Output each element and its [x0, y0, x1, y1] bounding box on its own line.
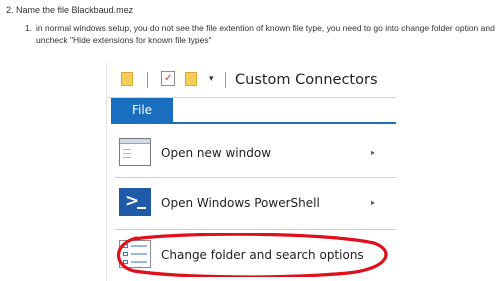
- folder-icon[interactable]: [121, 72, 133, 86]
- menu-item-label: Open new window: [161, 146, 272, 160]
- step-2: 2. Name the file Blackbaud.mez: [6, 4, 133, 16]
- step-2-text: Name the file Blackbaud.mez: [16, 5, 134, 15]
- powershell-icon: >: [119, 188, 151, 216]
- substep-1-text: in normal windows setup, you do not see …: [36, 23, 495, 45]
- submenu-arrow-icon: ▸: [371, 198, 376, 207]
- submenu-arrow-icon: ▸: [371, 148, 376, 157]
- file-tab-underline: [111, 122, 396, 124]
- toolbar-separator: [225, 72, 226, 88]
- substep-1-number: 1.: [25, 23, 33, 33]
- toolbar-separator: [147, 72, 148, 88]
- checkmark-icon: ✓: [164, 73, 173, 84]
- menu-divider: [115, 229, 396, 230]
- file-tab[interactable]: File: [111, 98, 173, 122]
- properties-icon[interactable]: ✓: [161, 71, 175, 86]
- folder-options-icon: [119, 240, 151, 268]
- new-window-icon: [119, 138, 151, 166]
- window-title: Custom Connectors: [235, 72, 378, 88]
- step-2-number: 2.: [6, 5, 14, 15]
- menu-item-open-powershell[interactable]: > Open Windows PowerShell ▸: [107, 181, 396, 227]
- menu-item-change-folder-options[interactable]: Change folder and search options: [107, 233, 396, 279]
- menu-item-label: Open Windows PowerShell: [161, 196, 320, 210]
- menu-divider: [115, 177, 396, 178]
- customize-toolbar-dropdown-icon[interactable]: ▾: [209, 73, 214, 85]
- menu-item-label: Change folder and search options: [161, 248, 364, 262]
- quick-access-toolbar: ✓ ▾ Custom Connectors: [107, 63, 396, 97]
- new-folder-icon[interactable]: [185, 72, 197, 86]
- menu-item-open-new-window[interactable]: Open new window ▸: [107, 129, 396, 175]
- substep-1: 1. in normal windows setup, you do not s…: [25, 22, 496, 46]
- explorer-screenshot: ✓ ▾ Custom Connectors File Open new wind…: [106, 63, 396, 281]
